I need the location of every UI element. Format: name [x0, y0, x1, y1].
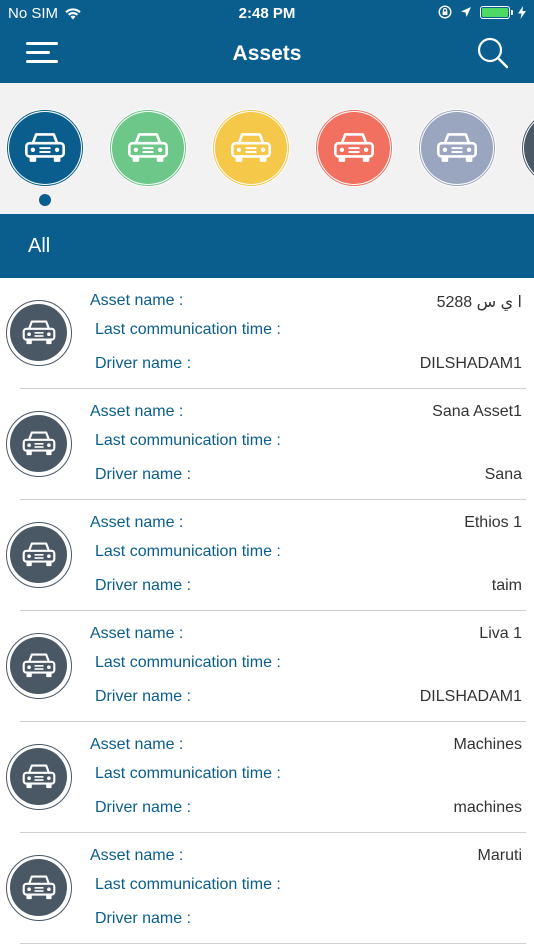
- driver-name-label: Driver name :: [95, 799, 192, 816]
- filter-red[interactable]: [315, 109, 393, 187]
- car-icon: [421, 112, 493, 184]
- hamburger-icon: [26, 42, 58, 45]
- section-title: All: [28, 235, 51, 257]
- driver-name-label: Driver name :: [95, 355, 192, 372]
- car-icon: [10, 526, 67, 583]
- driver-name-label: Driver name :: [95, 910, 192, 927]
- filter-dark[interactable]: [521, 109, 534, 187]
- car-icon: [10, 304, 67, 361]
- nav-bar: Assets: [0, 30, 534, 83]
- asset-name-value: Liva 1: [479, 625, 522, 642]
- asset-name-label: Asset name :: [90, 847, 184, 864]
- last-comm-label: Last communication time :: [95, 654, 281, 671]
- page-title: Assets: [232, 42, 302, 65]
- asset-name-value: Sana Asset1: [432, 403, 522, 420]
- driver-name-value: DILSHADAM1: [419, 688, 522, 705]
- battery-icon: [480, 5, 513, 19]
- driver-name-label: Driver name :: [95, 577, 192, 594]
- asset-row[interactable]: Asset name : Sana Asset1 Last communicat…: [0, 389, 534, 500]
- asset-name-value: Ethios 1: [464, 514, 522, 531]
- asset-name-label: Asset name :: [90, 514, 184, 531]
- driver-name-value: Sana: [484, 466, 522, 483]
- asset-name-label: Asset name :: [90, 403, 184, 420]
- asset-avatar: [6, 522, 72, 588]
- last-comm-label: Last communication time :: [95, 432, 281, 449]
- last-comm-label: Last communication time :: [95, 321, 281, 338]
- asset-row[interactable]: Asset name : Ethios 1 Last communication…: [0, 500, 534, 611]
- asset-name-value: Maruti: [477, 847, 522, 864]
- location-arrow-icon: [461, 7, 471, 17]
- last-comm-label: Last communication time :: [95, 543, 281, 560]
- car-icon: [318, 112, 390, 184]
- status-bar: No SIM 2:48 PM: [0, 0, 534, 30]
- driver-name-value: taim: [491, 577, 522, 594]
- asset-avatar: [6, 855, 72, 921]
- asset-row[interactable]: Asset name : Machines Last communication…: [0, 722, 534, 833]
- car-icon: [10, 748, 67, 805]
- row-divider: [20, 943, 526, 944]
- asset-name-label: Asset name :: [90, 736, 184, 753]
- driver-name-label: Driver name :: [95, 466, 192, 483]
- car-icon: [10, 637, 67, 694]
- car-icon: [215, 112, 287, 184]
- car-icon: [9, 112, 81, 184]
- driver-name-value: machines: [453, 799, 522, 816]
- asset-row[interactable]: Asset name : Liva 1 Last communication t…: [0, 611, 534, 722]
- driver-name-value: DILSHADAM1: [419, 355, 522, 372]
- status-filter-strip[interactable]: [0, 83, 534, 214]
- asset-list[interactable]: Asset name : ا ي س 5288 Last communicati…: [0, 278, 534, 944]
- charging-bolt-icon: [518, 5, 526, 19]
- asset-name-label: Asset name :: [90, 292, 184, 309]
- status-right: [438, 5, 526, 19]
- asset-avatar: [6, 411, 72, 477]
- asset-name-value: Machines: [453, 736, 522, 753]
- asset-avatar: [6, 633, 72, 699]
- car-icon: [10, 415, 67, 472]
- filter-gray[interactable]: [418, 109, 496, 187]
- filter-yellow[interactable]: [212, 109, 290, 187]
- filter-all[interactable]: [6, 109, 84, 187]
- asset-row[interactable]: Asset name : Maruti Last communication t…: [0, 833, 534, 944]
- asset-name-label: Asset name :: [90, 625, 184, 642]
- filter-green[interactable]: [109, 109, 187, 187]
- active-filter-indicator: [39, 194, 51, 206]
- car-icon: [112, 112, 184, 184]
- asset-row[interactable]: Asset name : ا ي س 5288 Last communicati…: [0, 278, 534, 389]
- menu-button[interactable]: [26, 39, 58, 67]
- last-comm-label: Last communication time :: [95, 876, 281, 893]
- driver-name-label: Driver name :: [95, 688, 192, 705]
- car-icon: [10, 859, 67, 916]
- asset-name-value: ا ي س 5288: [436, 294, 522, 311]
- app-header: No SIM 2:48 PM Assets: [0, 0, 534, 83]
- search-icon[interactable]: [476, 36, 510, 70]
- last-comm-label: Last communication time :: [95, 765, 281, 782]
- asset-avatar: [6, 744, 72, 810]
- section-header: All: [0, 214, 534, 278]
- asset-avatar: [6, 300, 72, 366]
- orientation-lock-icon: [438, 5, 452, 19]
